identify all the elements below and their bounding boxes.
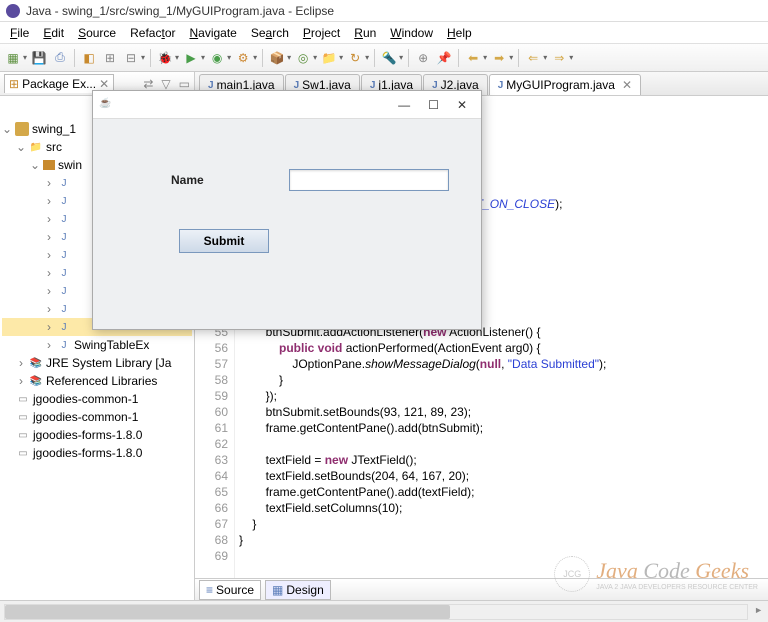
java-file-icon: J — [57, 230, 71, 244]
toggle-icon[interactable]: ⊞ — [101, 49, 119, 67]
ext-tools-icon[interactable]: ⚙ — [234, 49, 252, 67]
window-titlebar: Java - swing_1/src/swing_1/MyGUIProgram.… — [0, 0, 768, 22]
link-editor-icon[interactable]: ⇄ — [143, 77, 153, 91]
eclipse-icon — [6, 4, 20, 18]
swing-window: ☕ — ☐ ✕ Name Submit — [92, 90, 482, 330]
new-folder-icon[interactable]: 📁 — [320, 49, 338, 67]
menu-source[interactable]: Source — [72, 24, 122, 42]
collapse-icon[interactable]: ▽ — [161, 77, 170, 91]
menu-icon[interactable]: ▭ — [179, 77, 190, 91]
new-class-icon[interactable]: ◎ — [294, 49, 312, 67]
toggle2-icon[interactable]: ⊕ — [414, 49, 432, 67]
minimize-icon[interactable]: — — [398, 98, 410, 112]
menubar: File Edit Source Refactor Navigate Searc… — [0, 22, 768, 44]
library-icon: 📚 — [29, 356, 43, 370]
menu-refactor[interactable]: Refactor — [124, 24, 181, 42]
search-icon[interactable]: 🔦 — [380, 49, 398, 67]
menu-run[interactable]: Run — [348, 24, 382, 42]
tab-source[interactable]: ≡Source — [199, 580, 261, 600]
java-file-icon: J — [57, 176, 71, 190]
java-file-icon: J — [57, 284, 71, 298]
java-file-icon: J — [57, 338, 71, 352]
library-icon: 📚 — [29, 374, 43, 388]
new-icon[interactable]: ▦ — [4, 49, 22, 67]
prev-annotation-icon[interactable]: ⬅ — [464, 49, 482, 67]
java-file-icon: J — [57, 302, 71, 316]
name-label: Name — [171, 173, 204, 187]
save-icon[interactable]: 💾 — [30, 49, 48, 67]
horizontal-scrollbar[interactable] — [4, 604, 748, 620]
statusbar — [0, 600, 768, 622]
jar-icon: ▭ — [16, 392, 30, 406]
refresh-icon[interactable]: ↻ — [346, 49, 364, 67]
window-title: Java - swing_1/src/swing_1/MyGUIProgram.… — [26, 4, 334, 18]
menu-project[interactable]: Project — [297, 24, 346, 42]
menu-search[interactable]: Search — [245, 24, 295, 42]
run-icon[interactable]: ▶ — [182, 49, 200, 67]
menu-file[interactable]: File — [4, 24, 35, 42]
tab-myguiprogram[interactable]: JMyGUIProgram.java✕ — [489, 74, 641, 95]
menu-navigate[interactable]: Navigate — [183, 24, 242, 42]
menu-edit[interactable]: Edit — [37, 24, 70, 42]
next-annotation-icon[interactable]: ➡ — [490, 49, 508, 67]
saveall-icon[interactable]: ⎙ — [51, 49, 69, 67]
java-file-icon: J — [57, 248, 71, 262]
debug-icon[interactable]: 🐞 — [156, 49, 174, 67]
java-file-icon: J — [57, 212, 71, 226]
close-icon[interactable]: ✕ — [457, 98, 467, 112]
watermark-logo: JCG Java Code Geeks JAVA 2 JAVA DEVELOPE… — [554, 556, 758, 592]
toolbar: ▦▾ 💾 ⎙ ◧ ⊞ ⊟▾ 🐞▾ ▶▾ ◉▾ ⚙▾ 📦▾ ◎▾ 📁▾ ↻▾ 🔦▾… — [0, 44, 768, 72]
open-type-icon[interactable]: ◧ — [80, 49, 98, 67]
swing-titlebar[interactable]: ☕ — ☐ ✕ — [93, 91, 481, 119]
java-file-icon: J — [57, 194, 71, 208]
jar-icon: ▭ — [16, 446, 30, 460]
new-package-icon[interactable]: 📦 — [268, 49, 286, 67]
forward-icon[interactable]: ⇒ — [550, 49, 568, 67]
back-icon[interactable]: ⇐ — [524, 49, 542, 67]
package-icon — [43, 160, 55, 170]
pin-icon[interactable]: 📌 — [435, 49, 453, 67]
submit-button[interactable]: Submit — [179, 229, 269, 253]
jar-icon: ▭ — [16, 410, 30, 424]
menu-window[interactable]: Window — [384, 24, 439, 42]
project-icon — [15, 122, 29, 136]
build-icon[interactable]: ⊟ — [122, 49, 140, 67]
tab-design[interactable]: ▦Design — [265, 580, 331, 600]
folder-icon: 📁 — [29, 140, 43, 154]
coverage-icon[interactable]: ◉ — [208, 49, 226, 67]
name-input[interactable] — [289, 169, 449, 191]
java-file-icon: J — [57, 266, 71, 280]
jar-icon: ▭ — [16, 428, 30, 442]
maximize-icon[interactable]: ☐ — [428, 98, 439, 112]
menu-help[interactable]: Help — [441, 24, 478, 42]
java-file-icon: J — [57, 320, 71, 334]
java-icon: ☕ — [99, 98, 113, 112]
